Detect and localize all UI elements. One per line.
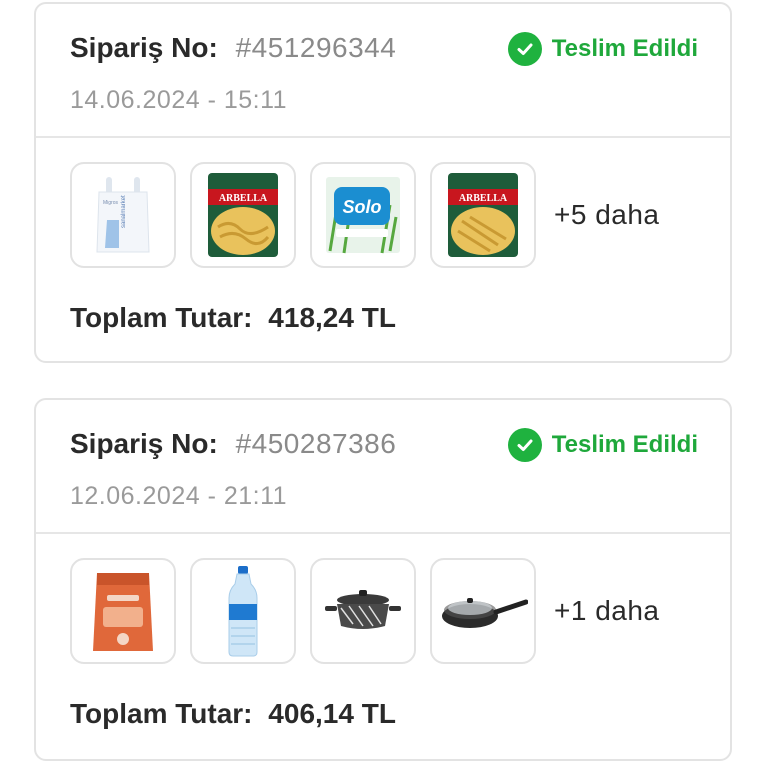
status-badge: Teslim Edildi: [507, 428, 698, 462]
order-date: 12.06.2024 - 21:11: [70, 482, 288, 510]
more-items-label[interactable]: +1 daha: [554, 595, 660, 627]
total-amount: 406,14 TL: [268, 698, 396, 729]
order-number-row: Sipariş No: #450287386: [70, 428, 396, 460]
solo-napkin-icon: Solo: [326, 177, 400, 254]
svg-text:ARBELLA: ARBELLA: [219, 193, 268, 204]
product-thumbnail[interactable]: ARBELLA: [190, 162, 296, 268]
svg-text:Migros: Migros: [103, 200, 119, 206]
order-card[interactable]: Sipariş No: #451296344 14.06.2024 - 15:1…: [34, 2, 732, 363]
order-header: Sipariş No: #451296344 14.06.2024 - 15:1…: [36, 4, 730, 138]
check-circle-icon: [507, 428, 542, 462]
water-bottle-icon: [228, 566, 258, 657]
product-thumbnail[interactable]: [70, 558, 176, 664]
product-thumbnail[interactable]: [190, 558, 296, 664]
product-thumbnail[interactable]: sanalmarket Migros: [70, 162, 176, 268]
order-date: 14.06.2024 - 15:11: [70, 86, 288, 114]
order-header: Sipariş No: #450287386 12.06.2024 - 21:1…: [36, 400, 730, 534]
arbella-pasta-icon: ARBELLA: [208, 173, 278, 257]
more-items-label[interactable]: +5 daha: [554, 199, 660, 231]
product-thumbnail[interactable]: [430, 558, 536, 664]
order-number-label: Sipariş No:: [70, 428, 218, 459]
status-text: Teslim Edildi: [551, 35, 698, 62]
svg-text:Solo: Solo: [343, 197, 382, 217]
migros-bag-icon: sanalmarket Migros: [96, 177, 150, 253]
total-amount: 418,24 TL: [268, 302, 396, 333]
order-number-value: #451296344: [235, 32, 397, 63]
arbella-pasta-icon: ARBELLA: [448, 173, 518, 257]
status-text: Teslim Edildi: [551, 431, 698, 458]
product-thumbnail[interactable]: Solo: [310, 162, 416, 268]
order-number-value: #450287386: [235, 428, 397, 459]
total-label: Toplam Tutar:: [70, 302, 253, 333]
order-items: sanalmarket Migros ARBELLA Solo ARBELLA …: [70, 162, 660, 268]
order-number-row: Sipariş No: #451296344: [70, 32, 396, 64]
order-total: Toplam Tutar: 418,24 TL: [70, 302, 396, 334]
product-thumbnail[interactable]: ARBELLA: [430, 162, 536, 268]
total-label: Toplam Tutar:: [70, 698, 253, 729]
order-number-label: Sipariş No:: [70, 32, 218, 63]
frying-pan-icon: [442, 598, 528, 628]
check-circle-icon: [507, 32, 542, 66]
svg-text:sanalmarket: sanalmarket: [121, 195, 127, 228]
order-total: Toplam Tutar: 406,14 TL: [70, 698, 396, 730]
casserole-pot-icon: [325, 590, 401, 629]
lentil-pack-icon: [93, 573, 153, 651]
status-badge: Teslim Edildi: [507, 32, 698, 66]
svg-text:ARBELLA: ARBELLA: [459, 193, 508, 204]
product-thumbnail[interactable]: [310, 558, 416, 664]
order-items: +1 daha: [70, 558, 660, 664]
order-card[interactable]: Sipariş No: #450287386 12.06.2024 - 21:1…: [34, 398, 732, 761]
